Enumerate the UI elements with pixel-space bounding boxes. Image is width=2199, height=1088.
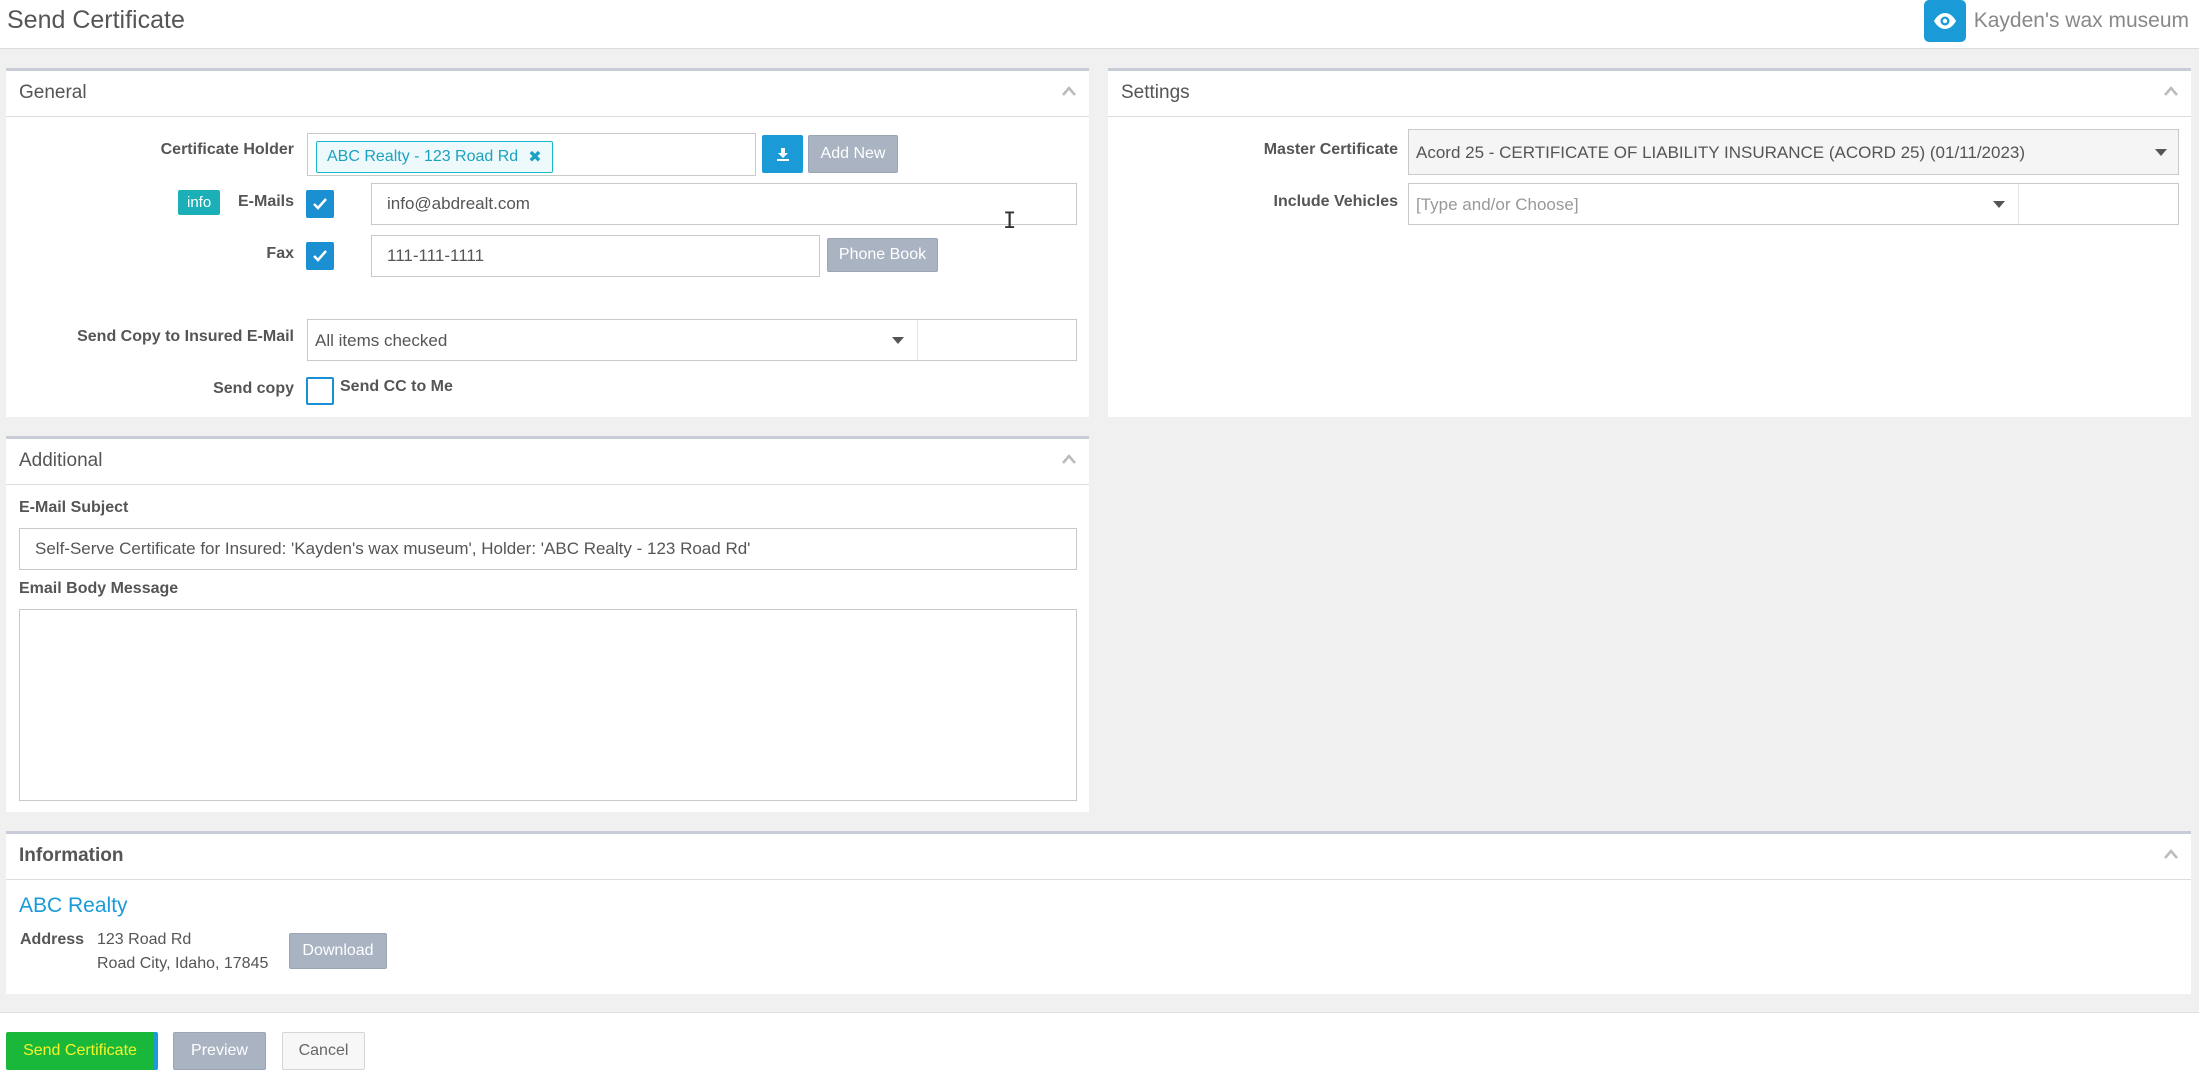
information-panel-header[interactable]: Information	[6, 834, 2191, 880]
phone-book-button[interactable]: Phone Book	[827, 238, 938, 272]
settings-panel: Settings Master Certificate Acord 25 - C…	[1108, 68, 2191, 417]
chevron-up-icon[interactable]	[2163, 848, 2179, 860]
settings-panel-header[interactable]: Settings	[1108, 71, 2191, 117]
chevron-down-icon	[1993, 201, 2005, 208]
chevron-down-icon	[2155, 149, 2167, 156]
dropdown-divider	[917, 320, 918, 360]
additional-panel-title: Additional	[19, 450, 103, 471]
send-certificate-button[interactable]: Send Certificate	[6, 1032, 158, 1070]
text-cursor-icon: I	[1003, 209, 1017, 234]
check-icon	[313, 250, 327, 262]
fax-input[interactable]: 111-111-1111	[371, 235, 820, 277]
cancel-button[interactable]: Cancel	[282, 1032, 365, 1070]
information-panel: Information ABC Realty Address 123 Road …	[6, 831, 2191, 994]
footer-actions: Send Certificate Preview Cancel	[0, 1012, 2199, 1088]
certificate-holder-tag: ABC Realty - 123 Road Rd ✖	[316, 141, 553, 173]
email-body-textarea[interactable]	[19, 609, 1077, 801]
chevron-up-icon[interactable]	[1061, 453, 1077, 465]
emails-label: E-Mails	[237, 193, 294, 210]
fax-value: 111-111-1111	[387, 246, 485, 265]
select-holder-button[interactable]	[762, 135, 803, 173]
email-subject-input[interactable]: Self-Serve Certificate for Insured: 'Kay…	[19, 528, 1077, 570]
eye-icon	[1933, 13, 1956, 29]
address-line2: Road City, Idaho, 17845	[97, 955, 269, 972]
company-name: ABC Realty	[19, 894, 128, 917]
send-cc-label[interactable]: Send CC to Me	[340, 378, 453, 396]
certificate-holder-tag-label: ABC Realty - 123 Road Rd	[327, 148, 519, 165]
fax-checkbox[interactable]	[306, 242, 334, 270]
master-certificate-value: Acord 25 - CERTIFICATE OF LIABILITY INSU…	[1416, 143, 2026, 162]
insured-indicator: Kayden's wax museum	[1923, 0, 2189, 42]
download-button[interactable]: Download	[289, 933, 387, 969]
additional-panel-header[interactable]: Additional	[6, 439, 1089, 485]
info-badge[interactable]: info	[178, 190, 221, 215]
certificate-holder-select[interactable]: ABC Realty - 123 Road Rd ✖	[307, 133, 756, 176]
chevron-down-icon	[892, 337, 904, 344]
page-title: Send Certificate	[7, 6, 185, 34]
download-icon	[776, 148, 789, 161]
information-panel-title: Information	[19, 845, 124, 866]
master-certificate-select[interactable]: Acord 25 - CERTIFICATE OF LIABILITY INSU…	[1408, 129, 2179, 175]
send-copy-insured-label: Send Copy to Insured E-Mail	[77, 328, 294, 345]
dropdown-divider	[2018, 184, 2019, 224]
emails-value: info@abdrealt.com	[387, 194, 530, 213]
address-label: Address	[20, 931, 85, 948]
top-bar: Send Certificate Kayden's wax museum	[0, 0, 2199, 49]
chevron-up-icon[interactable]	[1061, 85, 1077, 97]
include-vehicles-label: Include Vehicles	[1273, 193, 1399, 210]
chevron-up-icon[interactable]	[2163, 85, 2179, 97]
master-certificate-label: Master Certificate	[1263, 141, 1398, 158]
add-new-holder-button[interactable]: Add New	[808, 135, 898, 173]
send-cc-checkbox[interactable]	[306, 377, 334, 405]
include-vehicles-placeholder: [Type and/or Choose]	[1416, 195, 1579, 214]
send-copy-label: Send copy	[213, 380, 294, 397]
email-body-label: Email Body Message	[19, 580, 179, 597]
emails-input[interactable]: info@abdrealt.com	[371, 183, 1077, 225]
additional-panel: Additional E-Mail Subject Self-Serve Cer…	[6, 436, 1089, 812]
general-panel-title: General	[19, 82, 87, 103]
view-insured-button[interactable]	[1923, 0, 1966, 42]
address-line1: 123 Road Rd	[97, 931, 192, 948]
close-icon[interactable]: ✖	[528, 147, 541, 167]
check-icon	[313, 198, 327, 210]
settings-panel-title: Settings	[1121, 82, 1190, 103]
email-subject-label: E-Mail Subject	[19, 499, 129, 516]
preview-button[interactable]: Preview	[173, 1032, 266, 1070]
general-panel: General Certificate Holder ABC Realty - …	[6, 68, 1089, 417]
fax-label: Fax	[266, 245, 294, 262]
send-copy-insured-select[interactable]: All items checked	[307, 319, 1077, 361]
certificate-holder-label: Certificate Holder	[160, 141, 294, 158]
email-subject-value: Self-Serve Certificate for Insured: 'Kay…	[35, 539, 751, 558]
send-copy-insured-value: All items checked	[315, 331, 448, 350]
general-panel-header[interactable]: General	[6, 71, 1089, 117]
insured-name: Kayden's wax museum	[1973, 9, 2189, 32]
include-vehicles-select[interactable]: [Type and/or Choose]	[1408, 183, 2179, 225]
emails-checkbox[interactable]	[306, 190, 334, 218]
